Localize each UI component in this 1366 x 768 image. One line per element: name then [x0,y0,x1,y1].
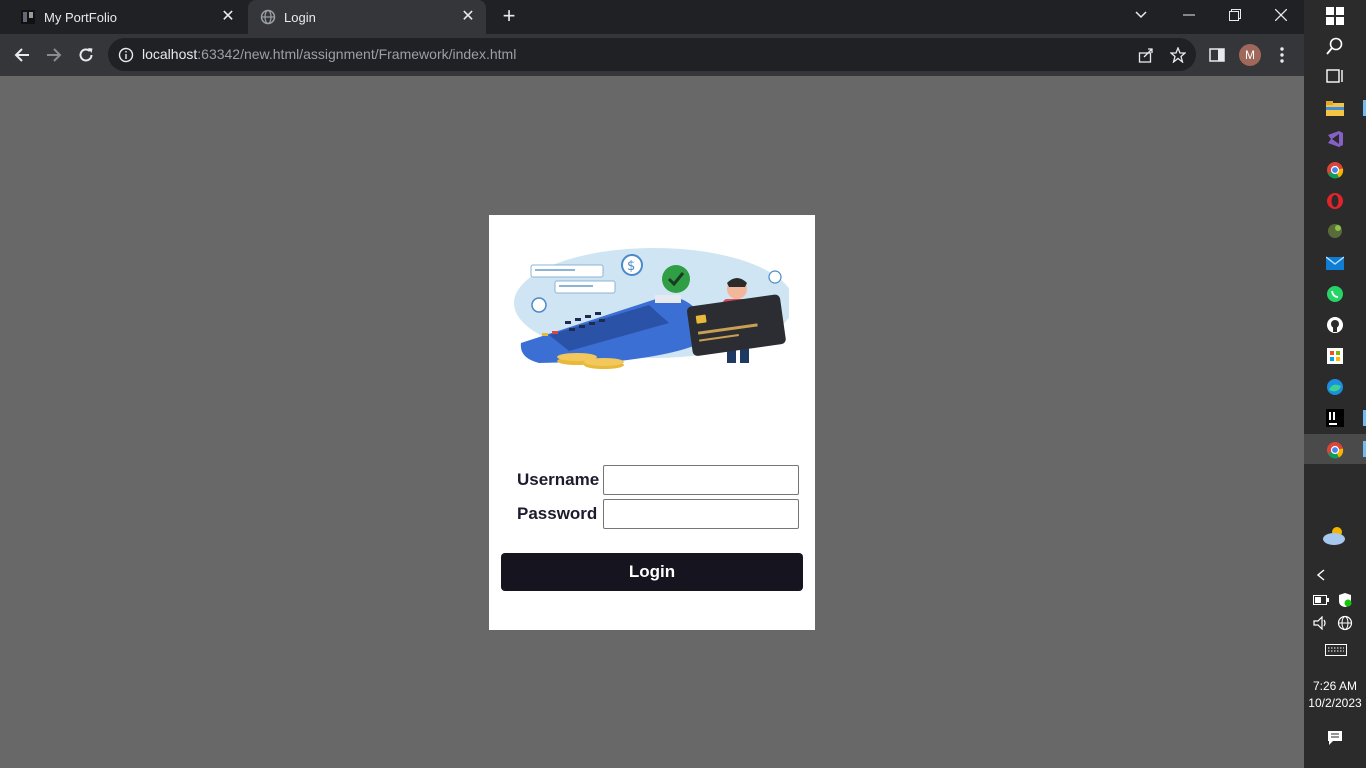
new-tab-button[interactable]: + [498,5,520,28]
store-icon[interactable] [1325,346,1345,366]
tab-title: Login [284,9,316,25]
share-icon[interactable] [1137,46,1155,64]
intellij-icon[interactable] [1325,408,1345,428]
portfolio-favicon-icon [20,9,36,25]
password-label: Password [517,504,598,523]
page-viewport: $ Username Password Login [0,76,1304,768]
windows-taskbar: 7:26 AM 10/2/2023 [1304,0,1366,768]
browser-toolbar: localhost:63342/new.html/assignment/Fram… [0,34,1304,76]
forward-arrow-icon[interactable] [41,42,67,68]
password-row: Password [517,499,807,529]
payment-illustration: $ [509,243,794,383]
github-icon[interactable] [1325,315,1345,335]
chrome-active-icon[interactable] [1325,440,1345,460]
login-card: $ Username Password Login [489,215,815,630]
network-globe-icon[interactable] [1336,615,1354,631]
reload-icon[interactable] [73,42,99,68]
chrome-icon[interactable] [1325,160,1345,180]
tab-title: My PortFolio [44,9,117,25]
close-window-button[interactable] [1258,0,1304,30]
bookmark-star-icon[interactable] [1169,46,1187,64]
more-menu-icon[interactable] [1273,46,1291,64]
login-button[interactable]: Login [501,553,803,591]
edge-icon[interactable] [1325,377,1345,397]
side-panel-icon[interactable] [1208,46,1226,64]
site-info-icon[interactable] [118,47,134,63]
chevron-left-icon[interactable] [1312,567,1330,583]
address-bar[interactable]: localhost:63342/new.html/assignment/Fram… [108,38,1196,71]
url-host: localhost [142,46,198,62]
globe-icon [260,9,276,25]
url-path: :63342/new.html/assignment/Framework/ind… [197,46,517,62]
file-explorer-icon[interactable] [1325,98,1345,118]
close-tab-icon[interactable]: ✕ [220,9,236,25]
task-view-icon[interactable] [1325,66,1345,86]
visual-studio-icon[interactable] [1325,129,1345,149]
windows-start-icon[interactable] [1325,6,1345,26]
username-row: Username [517,465,807,495]
tab-my-portfolio[interactable]: My PortFolio ✕ [8,0,246,34]
restore-button[interactable] [1212,0,1258,30]
security-shield-icon[interactable] [1336,592,1354,608]
opera-icon[interactable] [1325,191,1345,211]
clock-date: 10/2/2023 [1308,696,1362,710]
volume-icon[interactable] [1312,615,1330,631]
browser-window: My PortFolio ✕ Login ✕ + localhost:63342… [0,0,1304,768]
app-icon[interactable] [1325,221,1345,241]
back-arrow-icon[interactable] [9,42,35,68]
username-input[interactable] [603,465,799,495]
system-clock[interactable]: 7:26 AM 10/2/2023 [1304,678,1366,712]
weather-icon[interactable] [1322,522,1348,548]
minimize-button[interactable] [1166,0,1212,30]
clock-time: 7:26 AM [1312,679,1358,693]
tab-strip: My PortFolio ✕ Login ✕ + [0,0,1304,34]
notification-center-icon[interactable] [1326,730,1344,746]
close-tab-icon[interactable]: ✕ [460,9,476,25]
whatsapp-icon[interactable] [1325,284,1345,304]
svg-text:$: $ [627,259,635,274]
url-text: localhost:63342/new.html/assignment/Fram… [142,46,516,62]
tab-search-icon[interactable] [1118,0,1164,30]
mail-icon[interactable] [1325,253,1345,273]
password-input[interactable] [603,499,799,529]
search-icon[interactable] [1325,36,1345,56]
profile-avatar[interactable]: M [1239,44,1261,66]
username-label: Username [517,470,600,489]
keyboard-icon[interactable] [1325,642,1347,658]
tab-login[interactable]: Login ✕ [248,0,486,34]
battery-icon[interactable] [1312,592,1330,608]
